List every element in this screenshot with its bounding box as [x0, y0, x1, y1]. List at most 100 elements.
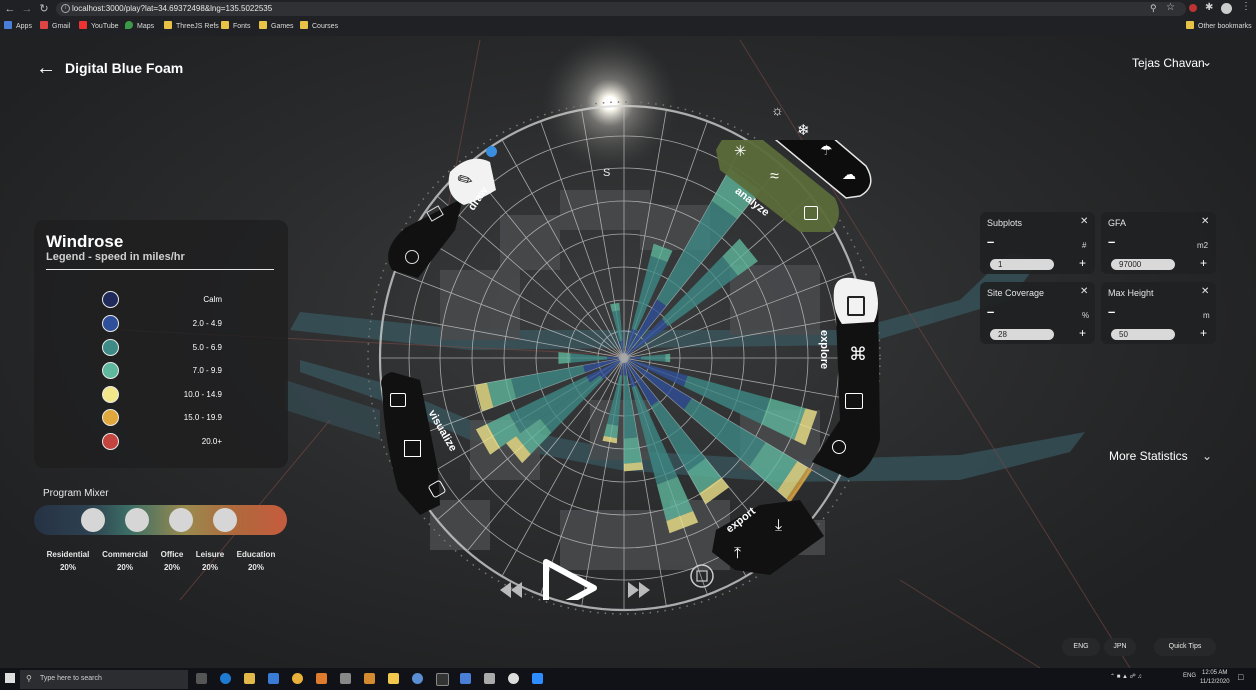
sun-icon[interactable]: ☼ [771, 102, 784, 118]
extension-icon[interactable] [1189, 4, 1197, 12]
forward-nav-icon[interactable]: → [20, 2, 34, 16]
chevron-down-icon[interactable]: ⌄ [1202, 449, 1212, 463]
star-icon[interactable]: ☆ [1166, 2, 1175, 13]
blender-icon[interactable] [316, 673, 327, 684]
minus-icon[interactable]: – [1108, 304, 1115, 319]
bookmark-apps[interactable]: Apps [4, 21, 32, 33]
modules-icon[interactable]: ⌘ [849, 344, 867, 365]
bookmark-maps[interactable]: Maps [125, 21, 154, 33]
close-icon[interactable]: ✕ [1201, 216, 1209, 227]
bookmark-other[interactable]: Other bookmarks [1186, 21, 1252, 33]
plus-icon[interactable]: + [1079, 326, 1086, 340]
bookmark-youtube[interactable]: YouTube [79, 21, 119, 33]
plus-icon[interactable]: + [1079, 256, 1086, 270]
taskbar-search-placeholder[interactable]: Type here to search [40, 675, 102, 682]
edge-icon[interactable] [220, 673, 231, 684]
zoom-icon[interactable]: ⚲ [1150, 3, 1157, 14]
mixer-handle[interactable] [213, 508, 237, 532]
stat-value-input[interactable]: 1 [990, 259, 1054, 270]
export-segment-bg[interactable] [712, 500, 824, 575]
stat-value-input[interactable]: 28 [990, 329, 1054, 340]
mixer-handle[interactable] [81, 508, 105, 532]
legend-swatch [102, 433, 119, 450]
tray-icons[interactable]: ⌃ ■ ▲ ☍ ♫ [1110, 673, 1142, 680]
folder-icon [164, 21, 172, 29]
chrome-active-icon[interactable] [412, 673, 423, 684]
language-indicator[interactable]: ENG [1183, 673, 1196, 679]
bookmark-courses[interactable]: Courses [300, 21, 338, 33]
zoom-app-icon[interactable] [532, 673, 543, 684]
more-menu-icon[interactable]: ⋮ [1241, 1, 1251, 12]
reload-icon[interactable]: ↻ [37, 2, 51, 16]
calculator-icon[interactable] [847, 296, 865, 316]
cloud-icon[interactable]: ☁ [842, 166, 856, 183]
snowflake-icon[interactable]: ❄ [797, 121, 810, 139]
minus-icon[interactable]: – [1108, 234, 1115, 249]
stat-value-input[interactable]: 50 [1111, 329, 1175, 340]
sublime-icon[interactable] [388, 673, 399, 684]
legend-label: 20.0+ [201, 437, 222, 446]
fast-forward-icon[interactable] [628, 582, 650, 598]
user-menu[interactable]: Tejas Chavan [1132, 56, 1205, 70]
plus-icon[interactable]: + [1200, 326, 1207, 340]
task-view-icon[interactable] [196, 673, 207, 684]
puzzle-icon[interactable]: ✱ [1205, 2, 1213, 13]
back-arrow-icon[interactable]: ← [36, 58, 56, 78]
camera-icon[interactable] [390, 393, 406, 407]
store-icon[interactable] [340, 673, 351, 684]
bookmark-fonts[interactable]: Fonts [221, 21, 251, 33]
mail-icon[interactable] [268, 673, 279, 684]
minus-icon[interactable]: – [987, 304, 994, 319]
close-icon[interactable]: ✕ [1080, 286, 1088, 297]
shapes-icon[interactable] [845, 393, 863, 409]
info-icon[interactable]: i [61, 4, 70, 13]
bookmark-games[interactable]: Games [259, 21, 294, 33]
mixer-handle[interactable] [169, 508, 193, 532]
profile-avatar[interactable] [1221, 3, 1232, 14]
lang-jpn-button[interactable]: JPN [1104, 638, 1136, 656]
program-mixer-bar[interactable] [34, 505, 287, 535]
url-text[interactable]: localhost:3000/play?lat=34.69372498&lng=… [72, 3, 272, 15]
bookmark-gmail[interactable]: Gmail [40, 21, 70, 33]
sun-rays-icon[interactable]: ✳ [734, 142, 747, 160]
program-name: Commercial [102, 550, 148, 559]
lang-eng-button[interactable]: ENG [1062, 638, 1100, 656]
more-statistics-toggle[interactable]: More Statistics [1109, 449, 1188, 463]
sun [603, 96, 617, 110]
timer-icon[interactable] [832, 440, 846, 454]
terminal-icon[interactable] [436, 673, 449, 686]
rewind-icon[interactable] [500, 582, 522, 598]
explore-label[interactable]: explore [818, 330, 830, 369]
download-icon[interactable]: ⤓ [775, 517, 782, 535]
folder-icon [300, 21, 308, 29]
chevron-down-icon[interactable]: ⌄ [1202, 55, 1212, 69]
rain-icon[interactable]: ☂ [820, 142, 833, 159]
frame-icon[interactable] [404, 440, 421, 457]
taskbar-date[interactable]: 11/12/2020 [1200, 679, 1230, 685]
gear-icon[interactable] [508, 673, 519, 684]
close-icon[interactable]: ✕ [1201, 286, 1209, 297]
quick-tips-button[interactable]: Quick Tips [1154, 638, 1216, 656]
delete-icon[interactable] [690, 564, 714, 588]
draw-segment-bg[interactable] [388, 198, 463, 278]
file-explorer-icon[interactable] [244, 673, 255, 684]
taskbar-time[interactable]: 12:05 AM [1202, 670, 1227, 676]
wind-icon[interactable]: ≈ [770, 168, 779, 186]
bookmark-threejs-refs[interactable]: ThreeJS Refs [164, 21, 219, 33]
windows-start-icon[interactable] [5, 673, 15, 683]
mixer-handle[interactable] [125, 508, 149, 532]
back-nav-icon[interactable]: ← [3, 2, 17, 16]
shadow-icon[interactable] [804, 206, 818, 220]
play-icon[interactable] [543, 559, 597, 600]
chrome-icon[interactable] [292, 673, 303, 684]
vlc-icon[interactable] [364, 673, 375, 684]
close-icon[interactable]: ✕ [1080, 216, 1088, 227]
notification-icon[interactable]: □ [1238, 672, 1243, 682]
minus-icon[interactable]: – [987, 234, 994, 249]
stat-value-input[interactable]: 97000 [1111, 259, 1175, 270]
tape-measure-icon[interactable] [405, 250, 419, 264]
photos-icon[interactable] [460, 673, 471, 684]
plus-icon[interactable]: + [1200, 256, 1207, 270]
settings-icon[interactable] [484, 673, 495, 684]
upload-icon[interactable]: ⤒ [734, 545, 741, 563]
